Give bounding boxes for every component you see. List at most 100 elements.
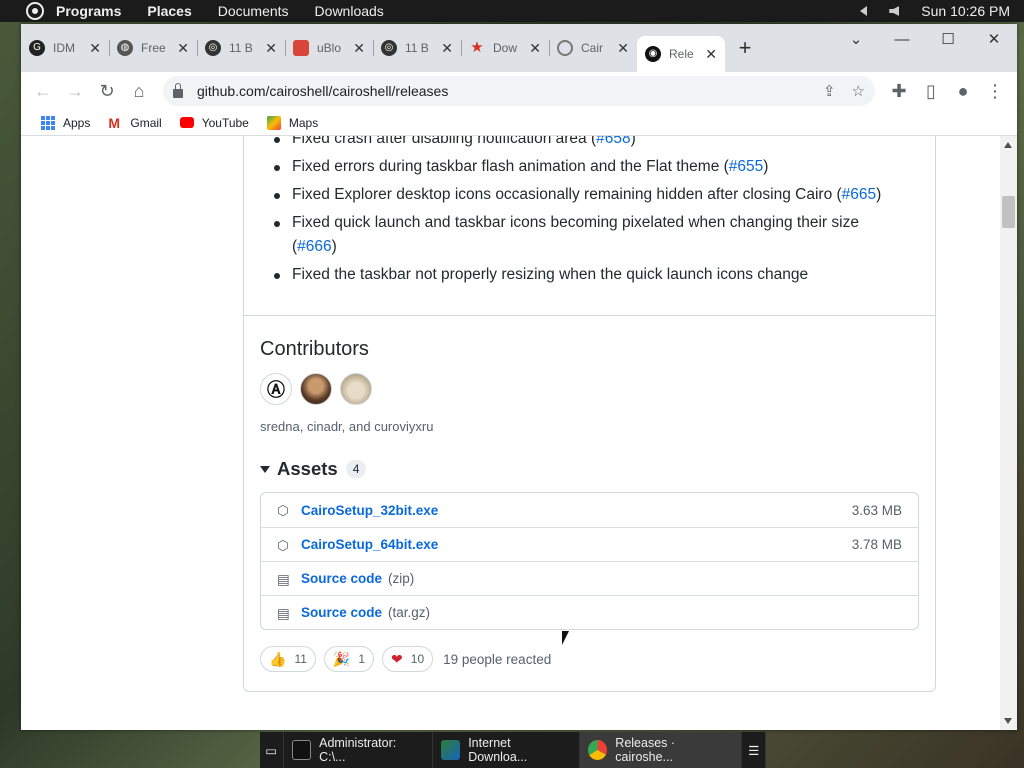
show-desktop-button[interactable]: ▭ <box>260 732 284 768</box>
close-icon[interactable]: ✕ <box>353 40 365 57</box>
reaction-thumbs-up-button[interactable]: 👍 11 <box>260 646 316 672</box>
star-icon: ★ <box>470 39 484 56</box>
home-button[interactable]: ⌂ <box>123 75 155 107</box>
file-zip-icon: ▤ <box>277 605 290 621</box>
avatar[interactable]: Ⓐ <box>260 373 292 405</box>
extensions-puzzle-icon[interactable]: ✚ <box>883 75 915 107</box>
taskbar-item-idm[interactable]: Internet Downloa... <box>433 732 580 768</box>
bookmark-star-icon[interactable]: ☆ <box>852 82 865 100</box>
issue-link[interactable]: #655 <box>729 158 763 175</box>
bookmark-maps[interactable]: Maps <box>266 115 318 130</box>
close-icon[interactable]: ✕ <box>441 40 453 57</box>
tab-11b-1[interactable]: ◎ 11 B ✕ <box>197 30 285 66</box>
bookmark-label: Apps <box>63 115 91 130</box>
bookmark-youtube[interactable]: YouTube <box>179 116 249 130</box>
heart-icon: ❤ <box>391 650 403 667</box>
list-item: Fixed Explorer desktop icons occasionall… <box>270 183 900 207</box>
release-notes: Fixed crash after disabling notification… <box>244 136 935 287</box>
close-icon[interactable]: ✕ <box>265 40 277 57</box>
avatar[interactable] <box>300 373 332 405</box>
profile-avatar-icon[interactable]: ● <box>947 75 979 107</box>
close-window-button[interactable]: ✕ <box>971 24 1017 54</box>
issue-link[interactable]: #666 <box>297 238 331 255</box>
gmail-icon: M <box>108 114 121 131</box>
contributors-section: Contributors Ⓐ sredna, cinadr, and curov… <box>244 338 935 672</box>
list-item: Fixed crash after disabling notification… <box>270 136 900 151</box>
terminal-icon <box>291 740 312 760</box>
bookmark-gmail[interactable]: M Gmail <box>108 116 161 130</box>
menu-downloads[interactable]: Downloads <box>315 3 384 19</box>
thumbs-up-icon: 👍 <box>269 650 287 667</box>
asset-link[interactable]: CairoSetup_64bit.exe <box>301 537 438 552</box>
list-item: Fixed quick launch and taskbar icons bec… <box>270 211 900 259</box>
side-panel-icon[interactable]: ▯ <box>915 75 947 107</box>
tab-search-chevron-icon[interactable]: ⌄ <box>833 24 879 54</box>
issue-link[interactable]: #658 <box>596 136 630 147</box>
tab-releases[interactable]: ◉ Rele ✕ <box>637 36 725 72</box>
close-icon[interactable]: ✕ <box>177 40 189 57</box>
address-bar[interactable]: github.com/cairoshell/cairoshell/release… <box>163 76 875 106</box>
scroll-up-arrow-icon[interactable] <box>1004 142 1012 148</box>
close-icon[interactable]: ✕ <box>705 46 717 63</box>
asset-link[interactable]: Source code <box>301 605 382 620</box>
taskbar-menu-icon[interactable]: ☰ <box>742 732 766 768</box>
tab-label: Rele <box>669 47 694 61</box>
system-logo-icon[interactable] <box>26 2 44 20</box>
lock-icon[interactable] <box>173 82 183 98</box>
tab-label: Cair <box>581 41 604 55</box>
menu-places[interactable]: Places <box>147 3 191 19</box>
scrollbar-thumb[interactable] <box>1002 196 1015 228</box>
avatar[interactable] <box>340 373 372 405</box>
issue-link[interactable]: #665 <box>842 186 876 203</box>
reload-button[interactable]: ↻ <box>91 75 123 107</box>
asset-link[interactable]: Source code <box>301 571 382 586</box>
assets-title: Assets <box>277 458 338 479</box>
close-icon[interactable]: ✕ <box>617 40 629 57</box>
chrome-store-icon <box>293 40 309 56</box>
maximize-button[interactable]: ☐ <box>925 24 971 54</box>
loading-icon <box>557 40 573 56</box>
forward-button[interactable]: → <box>59 75 91 107</box>
close-icon[interactable]: ✕ <box>529 40 541 57</box>
tab-free[interactable]: ◍ Free ✕ <box>109 30 197 66</box>
maps-icon <box>266 115 281 130</box>
divider <box>244 315 935 316</box>
package-icon: ⬡ <box>277 537 289 553</box>
close-icon[interactable]: ✕ <box>89 40 101 57</box>
contributor-avatars: Ⓐ <box>260 373 919 405</box>
tab-ublock[interactable]: uBlo ✕ <box>285 30 373 66</box>
idm-icon <box>440 740 461 760</box>
taskbar-label: Releases · cairoshe... <box>615 736 676 764</box>
tab-11b-2[interactable]: ◎ 11 B ✕ <box>373 30 461 66</box>
more-menu-icon[interactable]: ⋮ <box>979 75 1011 107</box>
back-button[interactable]: ← <box>27 75 59 107</box>
assets-toggle[interactable]: Assets 4 <box>260 458 919 480</box>
reaction-hooray-button[interactable]: 🎉 1 <box>323 646 375 672</box>
tab-cairo[interactable]: Cair ✕ <box>549 30 637 66</box>
taskbar-label: Internet Downloa... <box>468 736 528 764</box>
clock[interactable]: Sun 10:26 PM <box>921 3 1010 19</box>
asset-ext: (zip) <box>388 571 415 586</box>
page-scrollbar[interactable] <box>1000 136 1017 730</box>
menu-documents[interactable]: Documents <box>218 3 289 19</box>
list-item: ▤ Source code (zip) <box>261 561 918 595</box>
tab-download[interactable]: ★ Dow ✕ <box>461 30 549 66</box>
asset-size: 3.63 MB <box>851 502 902 518</box>
volume-icon[interactable] <box>889 6 900 16</box>
taskbar-item-chrome[interactable]: Releases · cairoshe... <box>579 732 743 768</box>
browser-window: G IDM ✕ ◍ Free ✕ ◎ 11 B ✕ uBlo ✕ ◎ 11 B … <box>21 24 1017 730</box>
new-tab-button[interactable]: + <box>731 30 759 66</box>
tab-idm[interactable]: G IDM ✕ <box>21 30 109 66</box>
reaction-heart-button[interactable]: ❤ 10 <box>382 646 434 672</box>
menu-programs[interactable]: Programs <box>56 3 121 19</box>
scroll-down-arrow-icon[interactable] <box>1004 718 1012 724</box>
notification-arrow-icon[interactable] <box>860 6 868 16</box>
url-text: github.com/cairoshell/cairoshell/release… <box>197 83 449 99</box>
minimize-button[interactable]: — <box>879 24 925 54</box>
bookmark-apps[interactable]: Apps <box>41 115 91 130</box>
taskbar-item-terminal[interactable]: Administrator: C:\... <box>284 732 433 768</box>
taskbar: ▭ Administrator: C:\... Internet Downloa… <box>260 732 766 768</box>
party-popper-icon: 🎉 <box>332 650 351 667</box>
asset-link[interactable]: CairoSetup_32bit.exe <box>301 503 438 518</box>
share-icon[interactable]: ⇪ <box>823 82 836 100</box>
